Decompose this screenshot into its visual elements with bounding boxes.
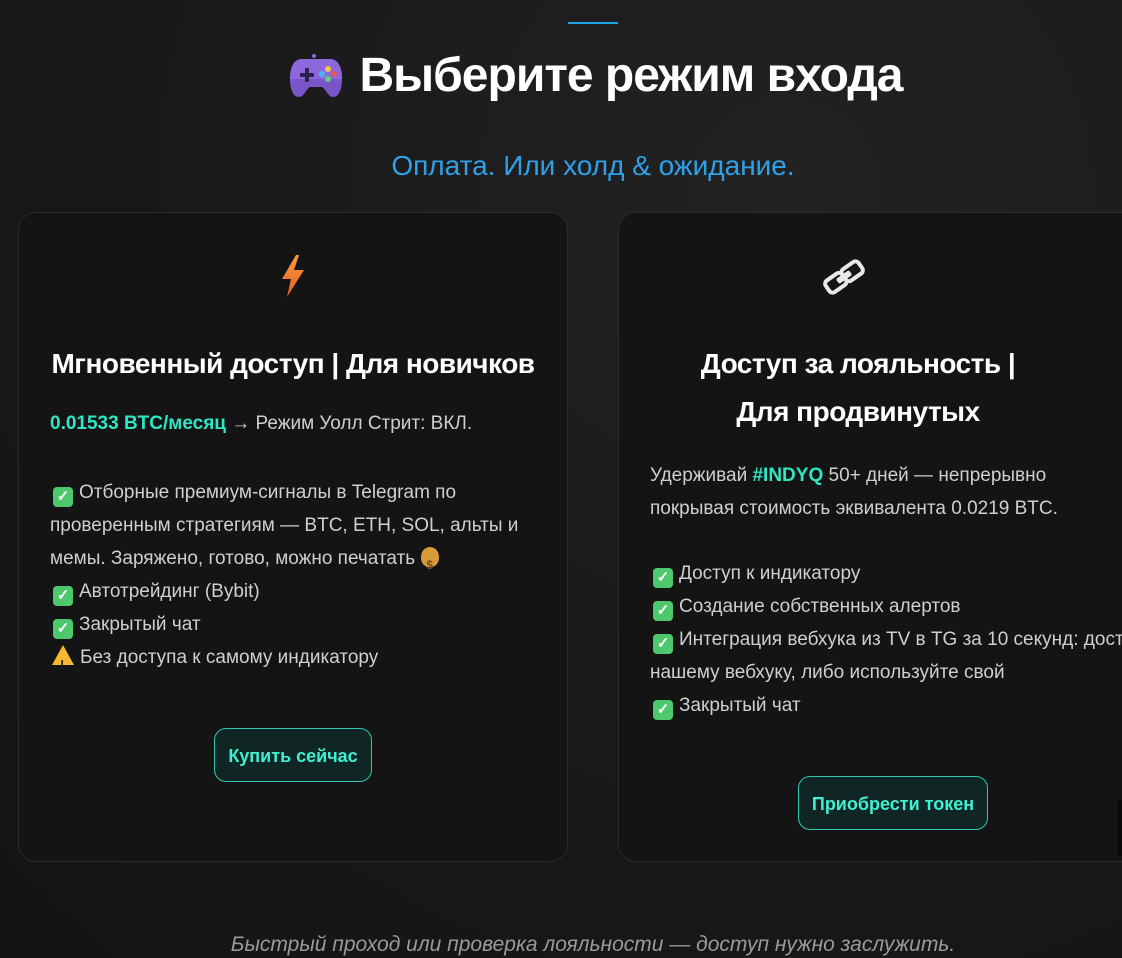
plan-price-line: 0.01533 BTC/месяц → Режим Уолл Стрит: ВК… [50,413,472,435]
plan-price-suffix: → Режим Уолл Стрит: ВКЛ. [231,413,473,434]
feature-text: Отборные премиум-сигналы в Telegram по п… [50,482,519,569]
checkmark-icon: ✓ [653,601,673,621]
feature-text: Закрытый чат [79,614,201,635]
plan-description: Удерживай #INDYQ 50+ дней — непрерывно п… [650,459,1120,525]
warning-text: Без доступа к самому индикатору [80,647,379,668]
feature-text: Интеграция вебхука из TV в TG за 10 секу… [650,629,1122,683]
feature-text: Автотрейдинг (Bybit) [79,581,260,602]
list-item: Без доступа к самому индикатору [50,641,550,681]
list-item: ✓ Закрытый чат [50,608,550,641]
feature-list-instant: ✓ Отборные премиум-сигналы в Telegram по … [50,476,550,681]
checkmark-icon: ✓ [53,586,73,606]
checkmark-icon: ✓ [653,568,673,588]
buy-now-button[interactable]: Купить сейчас [214,728,372,782]
warning-icon [52,645,74,681]
checkmark-icon: ✓ [653,634,673,654]
footer-note: Быстрый проход или проверка лояльности —… [230,933,956,956]
description-prefix: Удерживай [650,465,748,486]
list-item: ✓ Создание собственных алертов [650,590,1122,623]
header-accent-line [568,22,618,24]
gamepad-icon [288,53,344,111]
list-item: ✓ Доступ к индикатору [650,557,1122,590]
plan-title-instant: Мгновенный доступ | Для новичков [51,348,535,379]
plan-card-loyalty: Доступ за лояльность | Для продвинутых У… [618,212,1122,862]
checkmark-icon: ✓ [653,700,673,720]
list-item: ✓ Закрытый чат [650,689,1122,722]
page-title-text: Выберите режим входа [359,49,904,102]
buy-token-button[interactable]: Приобрести токен [798,776,988,830]
checkmark-icon: ✓ [53,619,73,639]
feature-text: Закрытый чат [679,695,801,716]
plan-card-instant: Мгновенный доступ | Для новичков 0.01533… [18,212,568,862]
list-item: ✓ Отборные премиум-сигналы в Telegram по … [50,476,550,582]
chain-link-icon [531,257,1122,302]
list-item: ✓ Автотрейдинг (Bybit) [50,575,550,608]
plan-title-loyalty: Доступ за лояльность | Для продвинутых [700,348,1016,427]
feature-text: Доступ к индикатору [679,563,861,584]
lightning-icon [19,253,567,304]
page-subtitle: Оплата. Или холд & ожидание. [391,150,795,181]
plan-price: 0.01533 BTC/месяц [50,413,226,434]
feature-list-loyalty: ✓ Доступ к индикатору ✓ Создание собственн… [650,557,1122,722]
token-tag: #INDYQ [752,465,824,486]
money-bag-icon [421,547,440,582]
page-title: Выберите режим входа [0,48,1122,111]
list-item: ✓ Интеграция вебхука из TV в TG за 10 сек… [650,623,1122,689]
checkmark-icon: ✓ [53,487,73,507]
scrollbar-edge [1118,800,1122,856]
feature-text: Создание собственных алертов [679,596,961,617]
